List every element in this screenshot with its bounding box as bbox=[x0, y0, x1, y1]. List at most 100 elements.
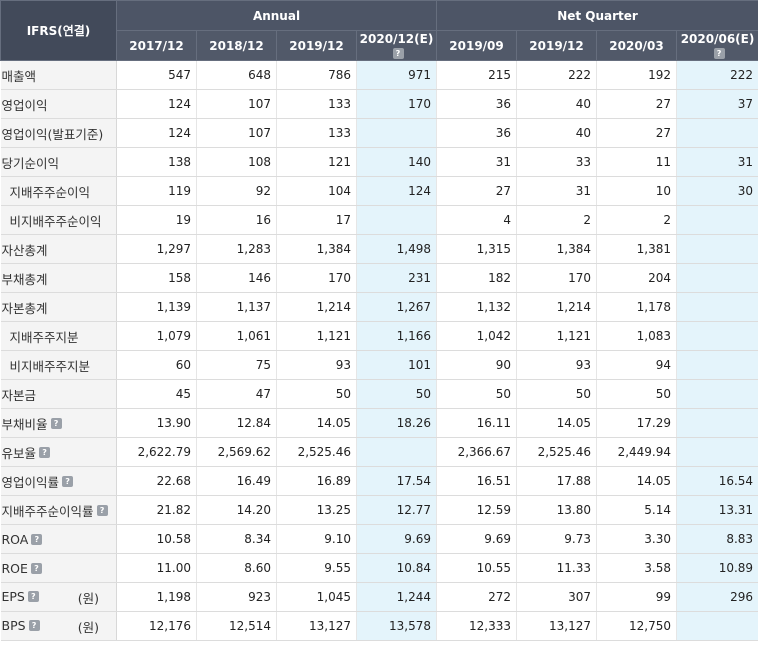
value-cell: 50 bbox=[596, 379, 678, 409]
value-cell: 17.54 bbox=[356, 466, 438, 496]
value-cell: 10.58 bbox=[116, 524, 197, 554]
value-cell: 11 bbox=[596, 147, 678, 177]
row-label-text: 자본금 bbox=[1, 387, 37, 403]
help-icon[interactable]: ? bbox=[39, 446, 51, 458]
value-cell: 1,121 bbox=[276, 321, 357, 351]
table-row: 유보율? 2,622.79 2,569.62 2,525.46 2,366.67 2,52… bbox=[0, 437, 758, 467]
value-cell: 27 bbox=[596, 118, 678, 148]
value-cell bbox=[676, 408, 758, 438]
help-icon[interactable]: ? bbox=[62, 475, 74, 487]
value-cell bbox=[356, 205, 438, 235]
value-cell: 124 bbox=[356, 176, 438, 206]
value-cell: 27 bbox=[436, 176, 518, 206]
value-cell: 272 bbox=[436, 582, 518, 612]
value-cell: 2,366.67 bbox=[436, 437, 518, 467]
value-cell: 138 bbox=[116, 147, 197, 177]
row-label: 지배주주지분 bbox=[0, 321, 117, 351]
value-cell: 31 bbox=[516, 176, 598, 206]
help-icon[interactable]: ? bbox=[31, 534, 43, 545]
period-header: 2019/12 bbox=[516, 30, 598, 61]
table-row: 비지배주주순이익 19 16 17 4 2 2 bbox=[0, 205, 758, 235]
value-cell: 18.26 bbox=[356, 408, 438, 438]
help-icon[interactable]: ? bbox=[392, 47, 404, 59]
help-icon[interactable]: ? bbox=[27, 590, 39, 602]
value-cell: 222 bbox=[676, 60, 758, 90]
value-cell: 1,315 bbox=[436, 234, 518, 264]
value-cell: 13.80 bbox=[516, 495, 598, 525]
value-cell: 2 bbox=[516, 205, 598, 235]
value-cell bbox=[356, 437, 438, 467]
period-header: 2020/03 bbox=[596, 30, 678, 61]
value-cell: 1,297 bbox=[116, 234, 197, 264]
row-label-text: 비지배주주순이익 bbox=[9, 213, 102, 229]
value-cell: 1,121 bbox=[516, 321, 598, 351]
value-cell bbox=[676, 118, 758, 148]
value-cell: 1,132 bbox=[436, 292, 518, 322]
value-cell: 215 bbox=[436, 60, 518, 90]
value-cell: 170 bbox=[356, 89, 438, 119]
value-cell: 37 bbox=[676, 89, 758, 119]
help-icon[interactable]: ? bbox=[30, 563, 42, 574]
value-cell: 21.82 bbox=[116, 495, 197, 525]
help-icon[interactable]: ? bbox=[50, 417, 62, 429]
value-cell: 1,061 bbox=[196, 321, 277, 351]
value-cell: 10.89 bbox=[676, 553, 758, 583]
value-cell: 16.49 bbox=[196, 466, 277, 496]
value-cell: 12.59 bbox=[436, 495, 518, 525]
row-label-text: 자본총계 bbox=[1, 300, 48, 316]
value-cell: 786 bbox=[276, 60, 357, 90]
row-label: ROE? bbox=[0, 553, 117, 583]
row-label-text: ROE bbox=[1, 561, 28, 576]
value-cell: 2,569.62 bbox=[196, 437, 277, 467]
value-cell: 36 bbox=[436, 118, 518, 148]
value-cell: 40 bbox=[516, 89, 598, 119]
period-header: 2019/09 bbox=[436, 30, 518, 61]
period-label: 2019/09 bbox=[449, 38, 504, 53]
value-cell: 9.69 bbox=[436, 524, 518, 554]
value-cell: 50 bbox=[436, 379, 518, 409]
value-cell: 1,244 bbox=[356, 582, 438, 612]
value-cell: 93 bbox=[276, 350, 357, 380]
value-cell: 47 bbox=[196, 379, 277, 409]
row-label-text: 자산총계 bbox=[1, 242, 48, 258]
value-cell: 1,083 bbox=[596, 321, 678, 351]
value-cell: 108 bbox=[196, 147, 277, 177]
value-cell: 11.33 bbox=[516, 553, 598, 583]
value-cell: 101 bbox=[356, 350, 438, 380]
row-label: 부채비율? bbox=[0, 408, 117, 438]
help-icon[interactable]: ? bbox=[28, 619, 40, 631]
row-label: BPS? (원) bbox=[0, 611, 117, 641]
value-cell: 27 bbox=[596, 89, 678, 119]
value-cell: 10.84 bbox=[356, 553, 438, 583]
value-cell: 1,283 bbox=[196, 234, 277, 264]
row-label: 당기순이익 bbox=[0, 147, 117, 177]
row-label: 자산총계 bbox=[0, 234, 117, 264]
period-label: 2018/12 bbox=[209, 38, 264, 53]
value-cell: 971 bbox=[356, 60, 438, 90]
value-cell: 1,166 bbox=[356, 321, 438, 351]
value-cell: 119 bbox=[116, 176, 197, 206]
value-cell: 13.90 bbox=[116, 408, 197, 438]
value-cell: 14.05 bbox=[596, 466, 678, 496]
value-cell bbox=[676, 234, 758, 264]
value-cell: 1,042 bbox=[436, 321, 518, 351]
value-cell: 22.68 bbox=[116, 466, 197, 496]
table-row: 영업이익 124 107 133 170 36 40 27 37 bbox=[0, 89, 758, 119]
value-cell: 19 bbox=[116, 205, 197, 235]
help-icon[interactable]: ? bbox=[96, 504, 108, 516]
period-label: 2020/03 bbox=[609, 38, 664, 53]
value-cell: 648 bbox=[196, 60, 277, 90]
value-cell: 182 bbox=[436, 263, 518, 293]
value-cell: 9.10 bbox=[276, 524, 357, 554]
row-label-text: 영업이익(발표기준) bbox=[1, 126, 104, 142]
value-cell: 104 bbox=[276, 176, 357, 206]
row-label: 영업이익률? bbox=[0, 466, 117, 496]
value-cell: 8.83 bbox=[676, 524, 758, 554]
row-label-text: 부채총계 bbox=[1, 271, 48, 287]
value-cell: 12,750 bbox=[596, 611, 678, 641]
row-label-text: 영업이익률 bbox=[1, 474, 60, 490]
help-icon[interactable]: ? bbox=[713, 47, 725, 59]
table-row: 부채비율? 13.90 12.84 14.05 18.26 16.11 14.05 17.29 bbox=[0, 408, 758, 438]
table-row: EPS? (원) 1,198 923 1,045 1,244 272 307 99 296 bbox=[0, 582, 758, 612]
value-cell: 1,214 bbox=[516, 292, 598, 322]
